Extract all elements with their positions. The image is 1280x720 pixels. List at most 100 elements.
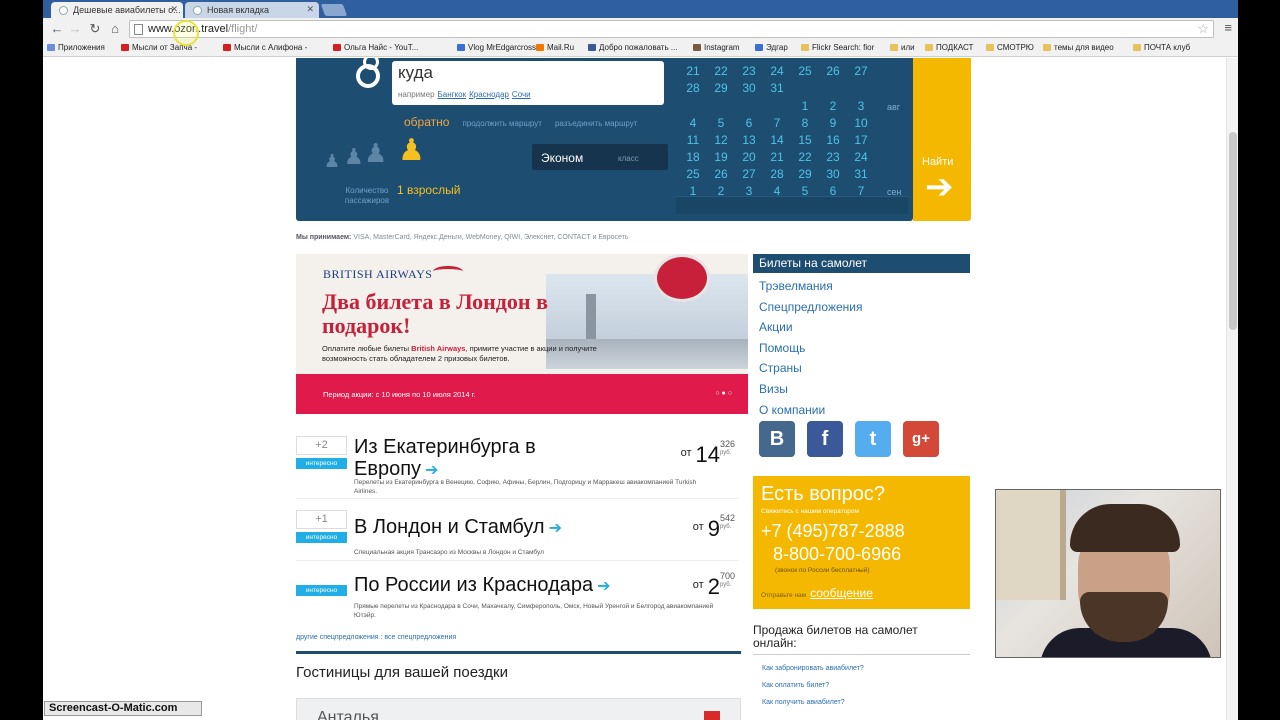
promo-banner[interactable]: BRITISH AIRWAYS Два билета в Лондон в по… <box>296 254 748 414</box>
calendar-day[interactable]: 7 <box>765 116 789 130</box>
calendar-day[interactable]: 4 <box>681 116 705 130</box>
calendar-day[interactable]: 10 <box>849 116 873 130</box>
person-selected-icon[interactable]: ♟ <box>398 136 425 166</box>
calendar-day[interactable]: 30 <box>737 81 761 95</box>
offer-title[interactable]: Из Екатеринбурга в Европу ➔ <box>354 436 584 482</box>
calendar-day[interactable]: 13 <box>737 133 761 147</box>
hint-link-bangkok[interactable]: Бангкок <box>438 90 467 99</box>
calendar-day[interactable]: 26 <box>821 64 845 78</box>
back-arrow-icon[interactable]: ← <box>49 21 65 37</box>
calendar-day[interactable]: 30 <box>821 167 845 181</box>
calendar-day[interactable]: 28 <box>765 167 789 181</box>
calendar-day[interactable]: 22 <box>793 150 817 164</box>
calendar-day[interactable]: 22 <box>709 64 733 78</box>
hotel-city-input[interactable]: Анталья <box>317 709 379 720</box>
calendar-day[interactable]: 31 <box>849 167 873 181</box>
extend-route-link[interactable]: продолжить маршрут <box>463 119 542 128</box>
calendar-day[interactable]: 16 <box>821 133 845 147</box>
calendar-day[interactable]: 14 <box>765 133 789 147</box>
bookmark-item[interactable]: ПОЧТА клуб <box>1133 43 1190 52</box>
split-route-link[interactable]: разъединить маршрут <box>555 119 638 128</box>
sidebar-link-visas[interactable]: Визы <box>759 382 788 396</box>
address-bar[interactable]: www.ozon.travel/flight/ ☆ <box>129 20 1214 38</box>
sidebar-header[interactable]: Билеты на самолет <box>753 254 970 273</box>
bookmark-item[interactable]: или <box>890 43 915 52</box>
bookmark-item[interactable]: ПОДКАСТ <box>925 43 973 52</box>
person-icon[interactable]: ♟ <box>344 146 364 168</box>
more-offers-link[interactable]: другие спецпредложения : все спецпредлож… <box>296 634 456 641</box>
calendar-day[interactable]: 29 <box>709 81 733 95</box>
google-plus-icon[interactable]: g+ <box>903 421 939 457</box>
calendar-day[interactable]: 18 <box>681 150 705 164</box>
destination-box[interactable]: куда например Бангкок Краснодар Сочи <box>392 61 664 105</box>
calendar-day[interactable]: 8 <box>793 116 817 130</box>
faq-link[interactable]: Как получить авиабилет? <box>762 699 845 706</box>
hint-link-sochi[interactable]: Сочи <box>512 90 531 99</box>
person-icon[interactable]: ♟ <box>364 140 387 166</box>
calendar-day[interactable]: 3 <box>849 99 873 113</box>
person-icon[interactable]: ♟ <box>324 150 340 172</box>
calendar-day[interactable]: 15 <box>793 133 817 147</box>
calendar-day[interactable]: 23 <box>737 64 761 78</box>
bookmark-item[interactable]: Эдгар <box>755 43 788 52</box>
send-message-link[interactable]: сообщение <box>810 586 873 600</box>
bookmark-item[interactable]: СМОТРЮ <box>986 43 1034 52</box>
calendar-day[interactable]: 11 <box>681 133 705 147</box>
faq-link[interactable]: Как оплатить билет? <box>762 682 829 689</box>
calendar-day[interactable]: 25 <box>793 64 817 78</box>
destination-input[interactable]: куда <box>398 63 433 83</box>
bookmark-item[interactable]: Flickr Search: fior <box>801 43 874 52</box>
sidebar-link-countries[interactable]: Страны <box>759 361 802 375</box>
calendar-day[interactable]: 23 <box>821 150 845 164</box>
calendar-day[interactable]: 5 <box>709 116 733 130</box>
sidebar-link-help[interactable]: Помощь <box>759 341 805 355</box>
facebook-icon[interactable]: f <box>807 421 843 457</box>
scrollbar-thumb[interactable] <box>1229 132 1237 330</box>
twitter-icon[interactable]: t <box>855 421 891 457</box>
reload-icon[interactable]: ↻ <box>87 21 103 37</box>
calendar-day[interactable]: 1 <box>793 99 817 113</box>
calendar-day[interactable]: 31 <box>765 81 789 95</box>
calendar-scroll[interactable] <box>676 196 908 214</box>
calendar-day[interactable]: 6 <box>737 116 761 130</box>
bookmark-item[interactable]: Instagram <box>693 43 740 52</box>
hint-link-krasnodar[interactable]: Краснодар <box>469 90 509 99</box>
class-selector[interactable]: Эконом класс <box>532 144 668 170</box>
phone-moscow[interactable]: +7 (495)787-2888 <box>761 521 905 542</box>
offer-item[interactable]: +2 интересно Из Екатеринбурга в Европу ➔ … <box>296 436 739 499</box>
calendar-day[interactable]: 25 <box>681 167 705 181</box>
calendar-day[interactable]: 19 <box>709 150 733 164</box>
offer-item[interactable]: +1 интересно В Лондон и Стамбул ➔ от 9542 р… <box>296 510 739 562</box>
phone-russia[interactable]: 8-800-700-6966 <box>773 544 901 565</box>
offer-title[interactable]: По России из Краснодара ➔ <box>354 574 611 598</box>
bookmark-item[interactable]: Ольга Найс - YouT... <box>333 43 418 52</box>
faq-link[interactable]: Как забронировать авиабилет? <box>762 665 864 672</box>
bookmark-item[interactable]: Vlog MrEdgarcross <box>457 43 536 52</box>
page-scrollbar[interactable] <box>1226 58 1238 720</box>
close-icon[interactable]: ✕ <box>170 4 178 15</box>
calendar-day[interactable]: 9 <box>821 116 845 130</box>
calendar-day[interactable]: 26 <box>709 167 733 181</box>
calendar-day[interactable]: 27 <box>849 64 873 78</box>
bookmark-item[interactable]: Mail.Ru <box>536 43 574 52</box>
new-tab-button[interactable] <box>320 4 348 16</box>
calendar-day[interactable]: 21 <box>765 150 789 164</box>
bookmark-item[interactable]: темы для видео <box>1043 43 1114 52</box>
calendar-day[interactable]: 29 <box>793 167 817 181</box>
sidebar-link-about[interactable]: О компании <box>759 403 825 417</box>
calendar-day[interactable]: 17 <box>849 133 873 147</box>
offer-item[interactable]: интересно По России из Краснодара ➔ от 270… <box>296 572 739 628</box>
home-icon[interactable]: ⌂ <box>107 21 123 37</box>
calendar-day[interactable]: 28 <box>681 81 705 95</box>
sidebar-link-travelmania[interactable]: Трэвелмания <box>759 279 833 293</box>
forward-arrow-icon[interactable]: → <box>67 21 83 37</box>
offer-title[interactable]: В Лондон и Стамбул ➔ <box>354 516 562 540</box>
bookmark-item[interactable]: Мысли с Алифона - <box>223 43 307 52</box>
vk-icon[interactable]: B <box>759 421 795 457</box>
bookmark-item[interactable]: Добро пожаловать ... <box>588 43 678 52</box>
calendar-day[interactable]: 20 <box>737 150 761 164</box>
close-icon[interactable]: ✕ <box>306 4 314 15</box>
return-toggle[interactable]: обратно <box>404 115 449 129</box>
calendar-day[interactable]: 12 <box>709 133 733 147</box>
bookmark-star-icon[interactable]: ☆ <box>1197 21 1209 37</box>
